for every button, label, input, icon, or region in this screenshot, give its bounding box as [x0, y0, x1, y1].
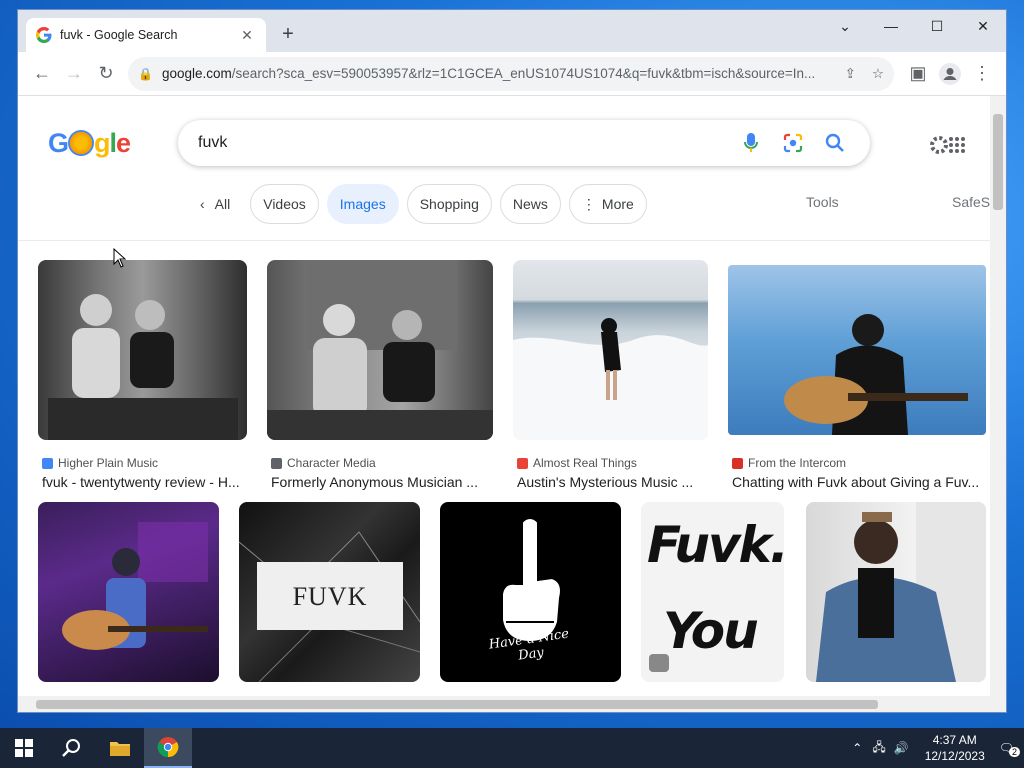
- windows-start-icon[interactable]: [0, 728, 48, 768]
- tab-title: fuvk - Google Search: [60, 28, 178, 42]
- chip-shopping[interactable]: Shopping: [406, 184, 492, 224]
- site-favicon-icon: [271, 457, 282, 469]
- site-favicon-icon: [42, 457, 53, 469]
- result-image[interactable]: [38, 260, 247, 440]
- image-text: FUVK: [292, 582, 368, 611]
- settings-gear-icon[interactable]: [928, 134, 950, 161]
- maximize-button[interactable]: ☐: [914, 10, 960, 42]
- volume-icon[interactable]: 🔊: [894, 741, 909, 755]
- google-doodle-logo[interactable]: Ggle: [48, 128, 131, 159]
- system-tray: ⌃ 🖧 🔊 4:37 AM 12/12/2023 🗨 2: [852, 728, 1024, 768]
- chip-images[interactable]: Images: [326, 184, 399, 224]
- image-text: Fuvk.: [647, 516, 784, 574]
- google-apps-grid-icon[interactable]: [948, 136, 966, 159]
- result-image[interactable]: [728, 265, 986, 435]
- result-source[interactable]: From the Intercom: [732, 456, 846, 470]
- notification-count-badge: 2: [1008, 747, 1020, 757]
- search-input[interactable]: fuvk: [178, 120, 870, 166]
- result-title[interactable]: Austin's Mysterious Music ...: [517, 474, 708, 490]
- network-icon[interactable]: 🖧: [872, 738, 885, 759]
- tools-button[interactable]: Tools: [806, 194, 839, 210]
- bookmark-star-icon[interactable]: ☆: [872, 66, 884, 82]
- windows-taskbar: ⌃ 🖧 🔊 4:37 AM 12/12/2023 🗨 2: [0, 728, 1024, 768]
- forward-arrow-icon[interactable]: →: [58, 58, 90, 90]
- search-query[interactable]: fuvk: [198, 134, 724, 152]
- product-tag-icon: [649, 654, 669, 672]
- safesearch-button[interactable]: SafeS: [952, 194, 990, 210]
- clock[interactable]: 4:37 AM 12/12/2023: [925, 732, 985, 764]
- chip-videos[interactable]: Videos: [250, 184, 319, 224]
- result-title[interactable]: Formerly Anonymous Musician ...: [271, 474, 493, 490]
- vertical-scrollbar[interactable]: [990, 96, 1006, 698]
- window-close-button[interactable]: ✕: [960, 10, 1006, 42]
- menu-kebab-icon[interactable]: ⋮: [966, 58, 998, 90]
- result-title[interactable]: Chatting with Fuvk about Giving a Fuv...: [732, 474, 986, 490]
- taskbar-search-icon[interactable]: [48, 728, 96, 768]
- horizontal-scrollbar[interactable]: [18, 696, 1006, 712]
- scrollbar-thumb[interactable]: [36, 700, 878, 709]
- result-source[interactable]: Character Media: [271, 456, 376, 470]
- reload-icon[interactable]: ↻: [90, 58, 122, 90]
- result-image[interactable]: [38, 502, 219, 682]
- result-title[interactable]: fvuk - twentytwenty review - H...: [42, 474, 247, 490]
- notifications-icon[interactable]: 🗨 2: [999, 741, 1020, 757]
- site-favicon-icon: [517, 457, 528, 469]
- voice-search-mic-icon[interactable]: [736, 128, 766, 158]
- tab-search-icon[interactable]: ⌄: [822, 10, 868, 42]
- chrome-taskbar-icon[interactable]: [144, 728, 192, 768]
- result-image[interactable]: FUVK: [239, 502, 420, 682]
- search-magnifier-icon[interactable]: [820, 128, 850, 158]
- share-icon[interactable]: ⇪: [845, 66, 856, 82]
- chip-all[interactable]: ‹ All: [188, 184, 243, 224]
- result-source[interactable]: Higher Plain Music: [42, 456, 158, 470]
- google-favicon-icon: [36, 27, 52, 43]
- search-results-page: Ggle fuvk ‹ All Videos Images Shopping N…: [18, 96, 990, 698]
- profile-avatar-icon[interactable]: [934, 58, 966, 90]
- image-text: You: [663, 602, 759, 660]
- result-image[interactable]: Fuvk. You: [641, 502, 784, 682]
- result-image[interactable]: Have a Nice Day: [440, 502, 621, 682]
- address-bar[interactable]: 🔒 google.com/search?sca_esv=590053957&rl…: [128, 56, 894, 91]
- chip-news[interactable]: News: [499, 184, 561, 224]
- search-filter-chips: ‹ All Videos Images Shopping News ⋮ More: [188, 184, 647, 224]
- result-image[interactable]: [513, 260, 708, 440]
- chevron-left-icon: ‹: [200, 196, 205, 212]
- result-source[interactable]: Almost Real Things: [517, 456, 637, 470]
- clock-time: 4:37 AM: [932, 733, 977, 747]
- new-tab-button[interactable]: +: [276, 23, 300, 46]
- minimize-button[interactable]: —: [868, 10, 914, 42]
- mouse-cursor-icon: [113, 248, 127, 268]
- lock-icon: 🔒: [138, 66, 153, 81]
- site-favicon-icon: [732, 457, 743, 469]
- back-arrow-icon[interactable]: ←: [26, 58, 58, 90]
- url-text: google.com/search?sca_esv=590053957&rlz=…: [162, 66, 816, 81]
- show-hidden-icons-icon[interactable]: ⌃: [852, 741, 862, 755]
- result-image[interactable]: [267, 260, 493, 440]
- side-panel-icon[interactable]: ▣: [902, 58, 934, 90]
- result-image[interactable]: [806, 502, 986, 682]
- scrollbar-thumb[interactable]: [993, 114, 1003, 210]
- tab-strip: fuvk - Google Search ✕ + ⌄ — ☐ ✕: [18, 10, 1006, 52]
- divider: [18, 240, 990, 241]
- clock-date: 12/12/2023: [924, 749, 985, 763]
- close-tab-icon[interactable]: ✕: [238, 27, 256, 44]
- chip-more[interactable]: ⋮ More: [568, 184, 647, 224]
- browser-tab[interactable]: fuvk - Google Search ✕: [26, 18, 266, 52]
- file-explorer-icon[interactable]: [96, 728, 144, 768]
- browser-toolbar: ← → ↻ 🔒 google.com/search?sca_esv=590053…: [18, 52, 1006, 96]
- more-dots-icon: ⋮: [581, 195, 596, 212]
- browser-window: fuvk - Google Search ✕ + ⌄ — ☐ ✕ ← → ↻ 🔒…: [18, 10, 1006, 712]
- google-lens-icon[interactable]: [778, 128, 808, 158]
